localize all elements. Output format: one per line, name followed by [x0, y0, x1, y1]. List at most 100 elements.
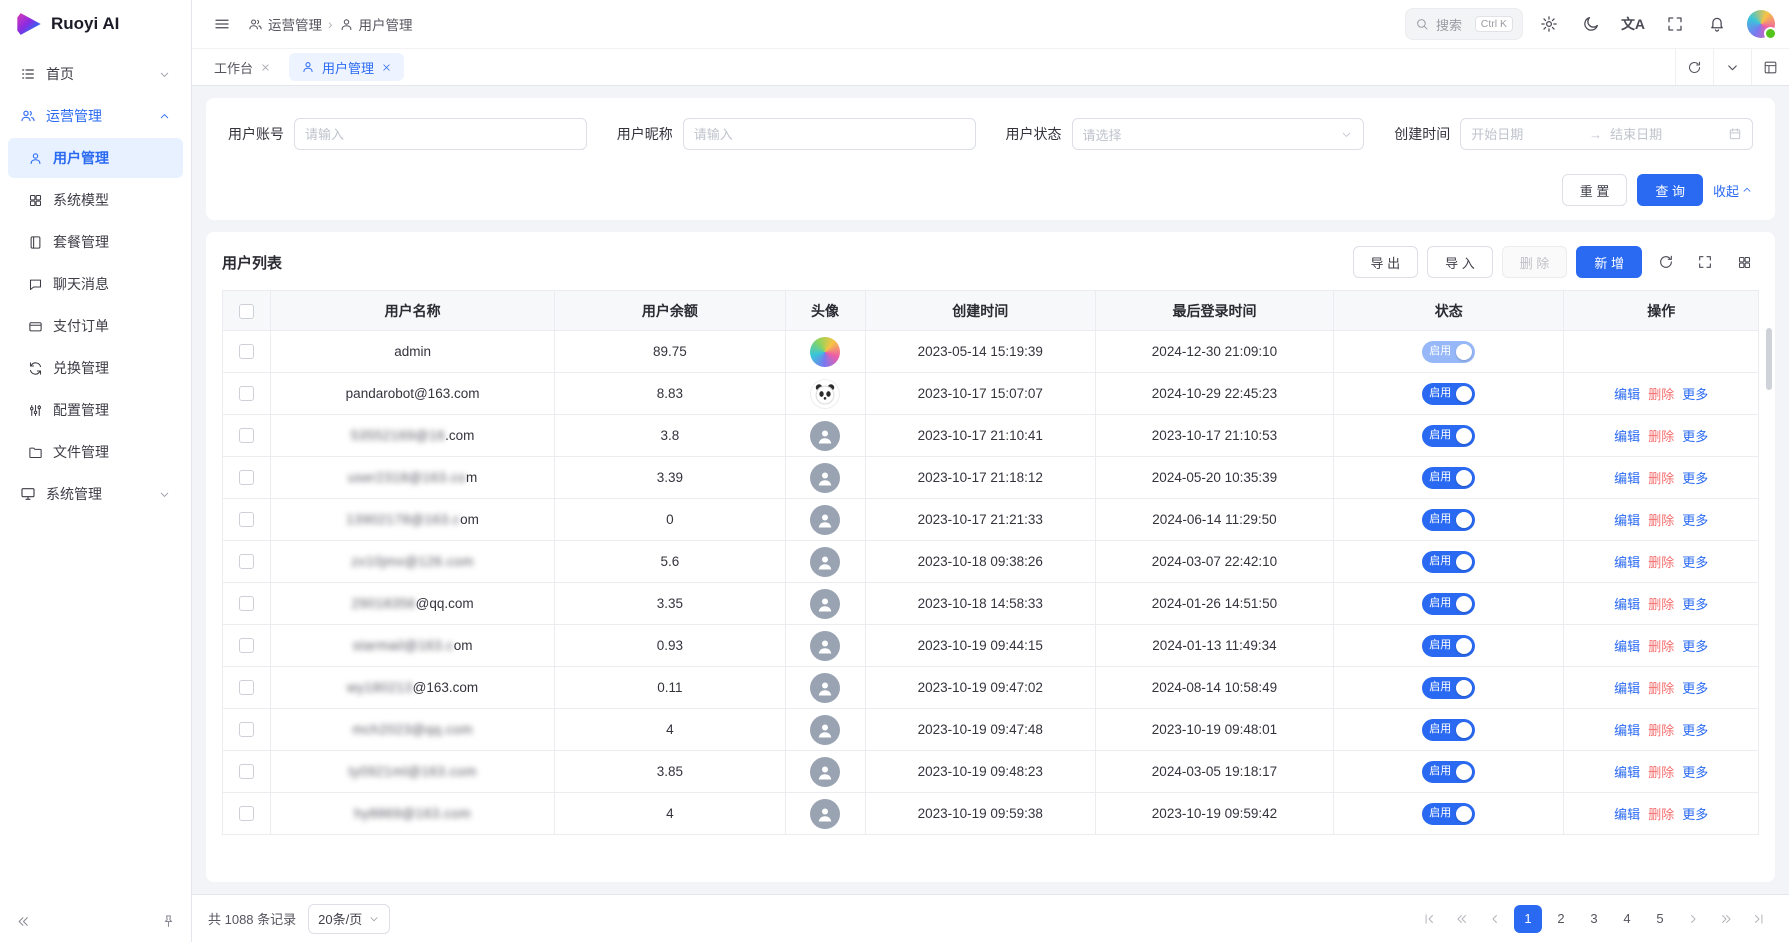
- more-link[interactable]: 更多: [1682, 639, 1708, 654]
- status-toggle[interactable]: 启用: [1422, 635, 1475, 657]
- row-checkbox[interactable]: [239, 722, 254, 737]
- delete-link[interactable]: 删除: [1648, 681, 1674, 696]
- user-avatar[interactable]: [1747, 10, 1775, 38]
- table-fullscreen-button[interactable]: [1690, 247, 1720, 277]
- edit-link[interactable]: 编辑: [1614, 597, 1640, 612]
- sidebar-item-system-models[interactable]: 系统模型: [8, 180, 183, 220]
- row-checkbox[interactable]: [239, 638, 254, 653]
- row-checkbox[interactable]: [239, 470, 254, 485]
- row-checkbox[interactable]: [239, 680, 254, 695]
- tab-workbench[interactable]: 工作台: [202, 53, 283, 81]
- page-3-button[interactable]: 3: [1580, 905, 1608, 933]
- language-button[interactable]: 文A: [1617, 8, 1649, 40]
- settings-button[interactable]: [1533, 8, 1565, 40]
- delete-link[interactable]: 删除: [1648, 429, 1674, 444]
- refresh-tab-button[interactable]: [1675, 49, 1713, 85]
- edit-link[interactable]: 编辑: [1614, 723, 1640, 738]
- delete-link[interactable]: 删除: [1648, 639, 1674, 654]
- edit-link[interactable]: 编辑: [1614, 387, 1640, 402]
- delete-link[interactable]: 删除: [1648, 555, 1674, 570]
- status-toggle[interactable]: 启用: [1422, 383, 1475, 405]
- pagination-next-group-button[interactable]: [1712, 905, 1740, 933]
- collapse-filters-link[interactable]: 收起: [1713, 181, 1753, 200]
- sidebar-item-home[interactable]: 首页: [8, 54, 183, 94]
- sidebar-item-system-management[interactable]: 系统管理: [8, 474, 183, 514]
- status-toggle[interactable]: 启用: [1422, 593, 1475, 615]
- global-search[interactable]: 搜索 Ctrl K: [1405, 8, 1523, 40]
- pin-icon[interactable]: [155, 908, 181, 934]
- sidebar-item-exchange-management[interactable]: 兑换管理: [8, 348, 183, 388]
- column-settings-button[interactable]: [1729, 247, 1759, 277]
- pagination-first-button[interactable]: [1415, 905, 1443, 933]
- status-toggle[interactable]: 启用: [1422, 341, 1475, 363]
- menu-toggle-button[interactable]: [206, 8, 238, 40]
- import-button[interactable]: 导 入: [1427, 246, 1493, 278]
- fullscreen-button[interactable]: [1659, 8, 1691, 40]
- edit-link[interactable]: 编辑: [1614, 429, 1640, 444]
- export-button[interactable]: 导 出: [1353, 246, 1419, 278]
- page-5-button[interactable]: 5: [1646, 905, 1674, 933]
- sidebar-item-file-management[interactable]: 文件管理: [8, 432, 183, 472]
- status-select[interactable]: 请选择: [1072, 118, 1365, 150]
- pagination-next-button[interactable]: [1679, 905, 1707, 933]
- row-checkbox[interactable]: [239, 386, 254, 401]
- more-link[interactable]: 更多: [1682, 765, 1708, 780]
- edit-link[interactable]: 编辑: [1614, 639, 1640, 654]
- date-start-input[interactable]: [1471, 127, 1581, 142]
- edit-link[interactable]: 编辑: [1614, 513, 1640, 528]
- page-4-button[interactable]: 4: [1613, 905, 1641, 933]
- row-checkbox[interactable]: [239, 806, 254, 821]
- delete-link[interactable]: 删除: [1648, 387, 1674, 402]
- status-toggle[interactable]: 启用: [1422, 761, 1475, 783]
- more-link[interactable]: 更多: [1682, 597, 1708, 612]
- edit-link[interactable]: 编辑: [1614, 555, 1640, 570]
- layout-toggle-button[interactable]: [1751, 49, 1789, 85]
- row-checkbox[interactable]: [239, 428, 254, 443]
- dark-mode-button[interactable]: [1575, 8, 1607, 40]
- sidebar-item-package-management[interactable]: 套餐管理: [8, 222, 183, 262]
- status-toggle[interactable]: 启用: [1422, 719, 1475, 741]
- page-1-button[interactable]: 1: [1514, 905, 1542, 933]
- reset-button[interactable]: 重 置: [1562, 174, 1628, 206]
- refresh-table-button[interactable]: [1651, 247, 1681, 277]
- edit-link[interactable]: 编辑: [1614, 471, 1640, 486]
- status-toggle[interactable]: 启用: [1422, 425, 1475, 447]
- delete-link[interactable]: 删除: [1648, 723, 1674, 738]
- vertical-scrollbar[interactable]: [1766, 328, 1772, 390]
- delete-link[interactable]: 删除: [1648, 765, 1674, 780]
- delete-link[interactable]: 删除: [1648, 513, 1674, 528]
- row-checkbox[interactable]: [239, 344, 254, 359]
- status-toggle[interactable]: 启用: [1422, 467, 1475, 489]
- status-toggle[interactable]: 启用: [1422, 509, 1475, 531]
- edit-link[interactable]: 编辑: [1614, 807, 1640, 822]
- breadcrumb-user-management[interactable]: 用户管理: [339, 14, 413, 34]
- tab-user-management[interactable]: 用户管理: [289, 53, 404, 81]
- row-checkbox[interactable]: [239, 512, 254, 527]
- status-toggle[interactable]: 启用: [1422, 677, 1475, 699]
- more-link[interactable]: 更多: [1682, 681, 1708, 696]
- delete-link[interactable]: 删除: [1648, 471, 1674, 486]
- sidebar-item-config-management[interactable]: 配置管理: [8, 390, 183, 430]
- collapse-sidebar-button[interactable]: [10, 908, 36, 934]
- tab-options-button[interactable]: [1713, 49, 1751, 85]
- edit-link[interactable]: 编辑: [1614, 765, 1640, 780]
- more-link[interactable]: 更多: [1682, 513, 1708, 528]
- status-toggle[interactable]: 启用: [1422, 551, 1475, 573]
- more-link[interactable]: 更多: [1682, 723, 1708, 738]
- delete-link[interactable]: 删除: [1648, 597, 1674, 612]
- close-icon[interactable]: [381, 62, 392, 73]
- pagination-prev-group-button[interactable]: [1448, 905, 1476, 933]
- page-size-select[interactable]: 20条/页: [308, 904, 390, 934]
- delete-link[interactable]: 删除: [1648, 807, 1674, 822]
- sidebar-item-payment-orders[interactable]: 支付订单: [8, 306, 183, 346]
- row-checkbox[interactable]: [239, 764, 254, 779]
- pagination-prev-button[interactable]: [1481, 905, 1509, 933]
- sidebar-item-chat-messages[interactable]: 聊天消息: [8, 264, 183, 304]
- more-link[interactable]: 更多: [1682, 471, 1708, 486]
- more-link[interactable]: 更多: [1682, 429, 1708, 444]
- delete-button[interactable]: 删 除: [1502, 246, 1568, 278]
- row-checkbox[interactable]: [239, 554, 254, 569]
- sidebar-item-user-management[interactable]: 用户管理: [8, 138, 183, 178]
- more-link[interactable]: 更多: [1682, 555, 1708, 570]
- select-all-checkbox[interactable]: [239, 304, 254, 319]
